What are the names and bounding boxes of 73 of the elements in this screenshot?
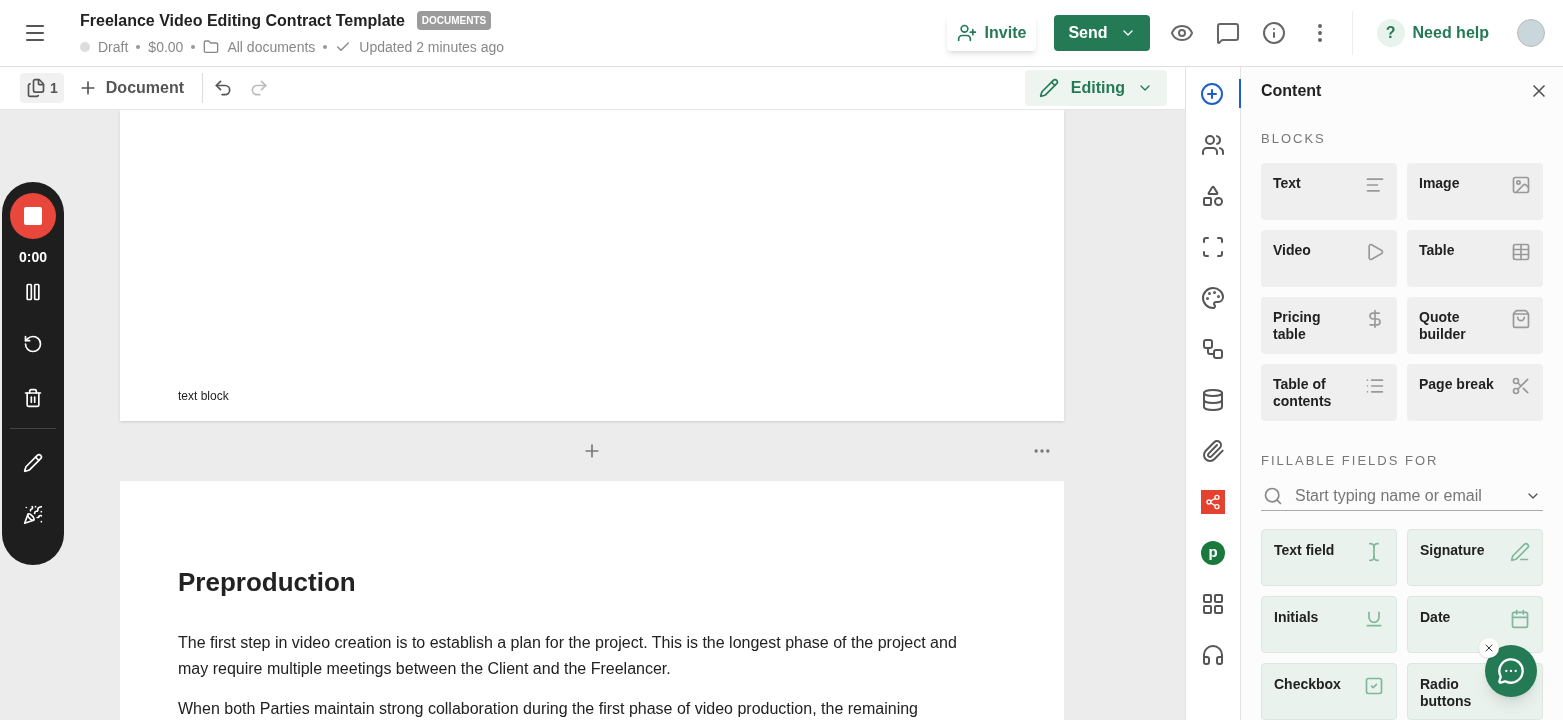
- add-icon: [1200, 81, 1224, 106]
- pause-icon[interactable]: [23, 282, 43, 302]
- pencil-icon[interactable]: [23, 453, 43, 473]
- shapes-icon: [1201, 183, 1225, 208]
- rail-button[interactable]: p: [1185, 538, 1241, 567]
- paragraph: When both Parties maintain strong collaboration during the first phase of video production, the remaining: [178, 699, 919, 719]
- block-tile[interactable]: Text: [1261, 162, 1397, 220]
- block-tile[interactable]: Page break: [1407, 363, 1543, 421]
- scissors-icon: [1511, 375, 1531, 396]
- pencil-icon: [1038, 78, 1059, 98]
- confetti-icon[interactable]: [23, 505, 43, 525]
- underline-icon: [1364, 609, 1384, 629]
- headset-icon: [1201, 642, 1225, 667]
- calendar-icon: [1510, 609, 1530, 629]
- timer-text: 0:00: [19, 248, 47, 267]
- block-tile[interactable]: Pricing table: [1261, 296, 1397, 354]
- hub-icon: [1201, 489, 1225, 514]
- block-tile[interactable]: Table: [1407, 229, 1543, 287]
- stop-button[interactable]: [10, 193, 56, 239]
- paragraph: The first step in video creation is to establish a plan for the project. This is the longest phase of the project and may require multiple meetings between the Client and the Freelancer.: [178, 633, 958, 679]
- pen-icon: [1510, 542, 1530, 562]
- help-button[interactable]: ? Need help: [1376, 19, 1489, 47]
- p-logo-icon: p: [1201, 540, 1225, 565]
- table-icon: [1511, 241, 1531, 262]
- caption-text: text block: [178, 388, 230, 405]
- trash-icon[interactable]: [23, 388, 43, 408]
- people-icon: [1201, 132, 1225, 157]
- field-tile[interactable]: Signature: [1407, 529, 1543, 586]
- close-icon: [1483, 642, 1495, 654]
- chat-icon: [1497, 657, 1525, 685]
- bag-icon: [1511, 308, 1531, 329]
- panel-title: Content: [1261, 81, 1322, 101]
- folder-link[interactable]: All documents: [227, 36, 316, 58]
- database-icon: [1201, 387, 1225, 412]
- document-title: Freelance Video Editing Contract Template: [80, 10, 405, 31]
- section-heading: Preproduction: [178, 566, 357, 599]
- restart-icon[interactable]: [23, 334, 43, 354]
- stop-icon: [24, 207, 42, 225]
- send-button[interactable]: Send: [1054, 15, 1150, 51]
- image-icon: [1511, 174, 1531, 195]
- add-person-icon: [956, 23, 977, 43]
- price-text: $0.00: [148, 37, 184, 57]
- recipient-field[interactable]: Start typing name or email: [1261, 482, 1543, 511]
- field-tile[interactable]: Initials: [1261, 596, 1397, 653]
- pages-icon: [26, 78, 46, 98]
- comment-icon[interactable]: [1215, 21, 1240, 45]
- folder-icon: [203, 39, 220, 55]
- section-label: BLOCKS: [1261, 130, 1327, 148]
- status-text: Draft: [98, 37, 129, 57]
- play-icon: [1365, 241, 1385, 262]
- brackets-icon: [1201, 234, 1225, 259]
- block-tile[interactable]: Quote builder: [1407, 296, 1543, 354]
- info-icon[interactable]: [1261, 21, 1286, 45]
- invite-button[interactable]: Invite: [946, 15, 1037, 51]
- checkbox-icon: [1364, 676, 1384, 696]
- block-tile[interactable]: Image: [1407, 162, 1543, 220]
- pages-button[interactable]: 1: [20, 73, 64, 103]
- palette-icon: [1201, 285, 1225, 310]
- help-icon: ?: [1376, 19, 1405, 47]
- block-tile[interactable]: Video: [1261, 229, 1397, 287]
- field-tile[interactable]: Date: [1407, 596, 1543, 653]
- field-tile[interactable]: Checkbox: [1261, 663, 1397, 720]
- search-icon: [1263, 486, 1283, 506]
- editing-mode-button[interactable]: Editing: [1024, 70, 1167, 106]
- category-tag: DOCUMENTS: [416, 11, 492, 30]
- flow-icon: [1201, 336, 1225, 361]
- add-document-button[interactable]: Document: [77, 76, 185, 100]
- section-label: FILLABLE FIELDS FOR: [1261, 451, 1440, 470]
- apps-icon: [1201, 591, 1225, 616]
- block-tile[interactable]: Table of contents: [1261, 363, 1397, 421]
- field-tile[interactable]: Text field: [1261, 529, 1397, 586]
- updated-text: Updated 2 minutes ago: [359, 37, 505, 57]
- paperclip-icon: [1201, 438, 1225, 463]
